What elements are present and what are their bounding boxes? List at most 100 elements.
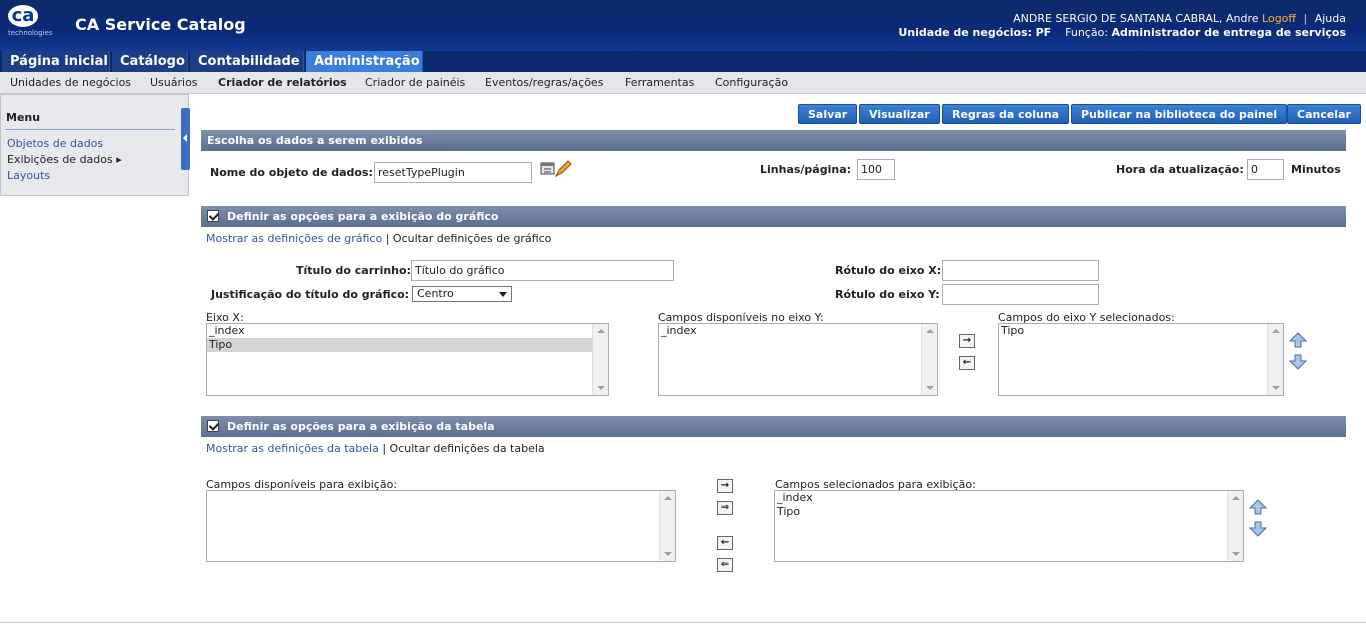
selected-fields-listbox[interactable]: _index Tipo: [774, 490, 1244, 562]
chart-section-checkbox[interactable]: [207, 210, 219, 222]
move-all-right-icon[interactable]: ⇒: [717, 501, 733, 515]
move-left-icon[interactable]: ←: [717, 536, 733, 550]
x-axis-label-input[interactable]: [942, 260, 1099, 281]
available-fields-listbox[interactable]: [206, 490, 676, 562]
subtab-criador-paineis[interactable]: Criador de painéis: [365, 76, 465, 89]
data-object-label: Nome do objeto de dados:: [210, 166, 373, 179]
chart-justification-select[interactable]: Centro: [412, 286, 512, 302]
chevron-down-icon: [499, 292, 507, 297]
chart-section-header: Definir as opções para a exibição do grá…: [201, 206, 1346, 227]
chart-links-separator: |: [385, 232, 390, 245]
list-item[interactable]: Tipo: [775, 505, 1227, 519]
move-down-icon[interactable]: [1249, 521, 1267, 537]
move-all-left-icon[interactable]: ⇐: [717, 558, 733, 572]
hide-table-settings-text: Ocultar definições da tabela: [389, 442, 545, 455]
table-section-header: Definir as opções para a exibição da tab…: [201, 416, 1346, 437]
chart-section-title: Definir as opções para a exibição do grá…: [227, 210, 499, 223]
user-name: ANDRE SERGIO DE SANTANA CABRAL, Andre: [1013, 12, 1259, 25]
business-unit-line: Unidade de negócios: PF Função: Administ…: [898, 26, 1346, 39]
chart-title-label: Título do carrinho:: [296, 264, 411, 277]
list-item[interactable]: _index: [659, 324, 921, 338]
chart-title-input[interactable]: Título do gráfico: [411, 260, 674, 281]
y-selected-listbox[interactable]: Tipo: [998, 323, 1284, 396]
subtab-unidades[interactable]: Unidades de negócios: [10, 76, 131, 89]
y-axis-label-label: Rótulo do eixo Y:: [835, 288, 940, 301]
table-section-title: Definir as opções para a exibição da tab…: [227, 420, 495, 433]
ca-logo: ca technologies: [8, 5, 53, 41]
sub-tabbar: Unidades de negócios Usuários Criador de…: [0, 72, 1366, 94]
table-settings-links: Mostrar as definições da tabela | Oculta…: [206, 442, 545, 455]
move-right-icon[interactable]: →: [959, 334, 975, 348]
move-right-icon[interactable]: →: [717, 479, 733, 493]
ca-logo-sub: technologies: [8, 29, 53, 37]
menu-item-objetos[interactable]: Objetos de dados: [7, 137, 103, 150]
move-up-icon[interactable]: [1249, 499, 1267, 515]
move-up-icon[interactable]: [1289, 332, 1307, 348]
table-links-separator: |: [382, 442, 387, 455]
menu-divider: [5, 129, 175, 130]
refresh-unit: Minutos: [1291, 163, 1341, 176]
column-rules-button[interactable]: Regras da coluna: [942, 104, 1070, 124]
cancel-button[interactable]: Cancelar: [1287, 104, 1361, 124]
subtab-ferramentas[interactable]: Ferramentas: [625, 76, 694, 89]
collapse-menu-handle[interactable]: [181, 108, 190, 170]
scrollbar[interactable]: [592, 324, 608, 395]
move-left-icon[interactable]: ←: [959, 356, 975, 370]
rows-per-page-label: Linhas/página:: [760, 163, 852, 176]
x-axis-listbox[interactable]: _index Tipo: [206, 323, 609, 396]
list-item[interactable]: Tipo: [207, 338, 592, 352]
user-info: ANDRE SERGIO DE SANTANA CABRAL, Andre Lo…: [1013, 12, 1346, 25]
y-available-listbox[interactable]: _index: [658, 323, 938, 396]
scrollbar[interactable]: [1227, 491, 1243, 561]
role-label: Função:: [1065, 26, 1109, 39]
help-link[interactable]: Ajuda: [1315, 12, 1346, 25]
tab-administracao[interactable]: Administração: [306, 51, 423, 72]
main-tabbar: Página inicial Catálogo Contabilidade Ad…: [0, 51, 1366, 72]
side-menu: Menu Objetos de dados Exibições de dados…: [0, 94, 190, 196]
page-bottom-divider: [0, 622, 1366, 623]
menu-title: Menu: [6, 111, 41, 124]
chart-justification-value: Centro: [417, 287, 454, 300]
refresh-time-label: Hora da atualização:: [1116, 163, 1244, 176]
scrollbar[interactable]: [659, 491, 675, 561]
tab-pagina-inicial[interactable]: Página inicial: [2, 51, 110, 72]
data-section-header: Escolha os dados a serem exibidos: [201, 130, 1346, 151]
list-item[interactable]: _index: [775, 491, 1227, 505]
list-item[interactable]: Tipo: [999, 324, 1267, 338]
y-axis-label-input[interactable]: [942, 284, 1099, 305]
role-value: Administrador de entrega de serviços: [1111, 26, 1346, 39]
header-separator: |: [1303, 12, 1308, 25]
save-button[interactable]: Salvar: [798, 104, 858, 124]
edit-object-icon[interactable]: [540, 160, 572, 178]
data-section-title: Escolha os dados a serem exibidos: [207, 134, 423, 147]
tab-contabilidade[interactable]: Contabilidade: [190, 51, 304, 72]
subtab-usuarios[interactable]: Usuários: [150, 76, 198, 89]
publish-button[interactable]: Publicar na biblioteca do painel: [1071, 104, 1288, 124]
move-down-icon[interactable]: [1289, 354, 1307, 370]
data-object-input[interactable]: resetTypePlugin: [374, 162, 532, 183]
x-axis-label-label: Rótulo do eixo X:: [835, 264, 942, 277]
scrollbar[interactable]: [921, 324, 937, 395]
view-button[interactable]: Visualizar: [859, 104, 940, 124]
ca-logo-mark: ca: [8, 5, 38, 27]
app-title: CA Service Catalog: [75, 15, 246, 34]
subtab-eventos[interactable]: Eventos/regras/ações: [485, 76, 603, 89]
subtab-configuracao[interactable]: Configuração: [715, 76, 788, 89]
tab-catalogo[interactable]: Catálogo: [112, 51, 188, 72]
hide-chart-settings-text: Ocultar definições de gráfico: [392, 232, 552, 245]
refresh-time-input[interactable]: 0: [1247, 159, 1284, 180]
list-item[interactable]: _index: [207, 324, 592, 338]
menu-item-exibicoes[interactable]: Exibições de dados ▸: [7, 153, 122, 166]
show-table-settings-link[interactable]: Mostrar as definições da tabela: [206, 442, 379, 455]
table-section-checkbox[interactable]: [207, 420, 219, 432]
subtab-criador-relatorios[interactable]: Criador de relatórios: [218, 76, 347, 89]
top-banner: ca technologies CA Service Catalog ANDRE…: [0, 0, 1366, 51]
show-chart-settings-link[interactable]: Mostrar as definições de gráfico: [206, 232, 382, 245]
chart-justification-label: Justificação do título do gráfico:: [211, 288, 410, 301]
bu-value: PF: [1035, 26, 1052, 39]
logoff-link[interactable]: Logoff: [1262, 12, 1296, 25]
scrollbar[interactable]: [1267, 324, 1283, 395]
menu-item-layouts[interactable]: Layouts: [7, 169, 50, 182]
rows-per-page-input[interactable]: 100: [857, 159, 895, 180]
chart-settings-links: Mostrar as definições de gráfico | Ocult…: [206, 232, 551, 245]
